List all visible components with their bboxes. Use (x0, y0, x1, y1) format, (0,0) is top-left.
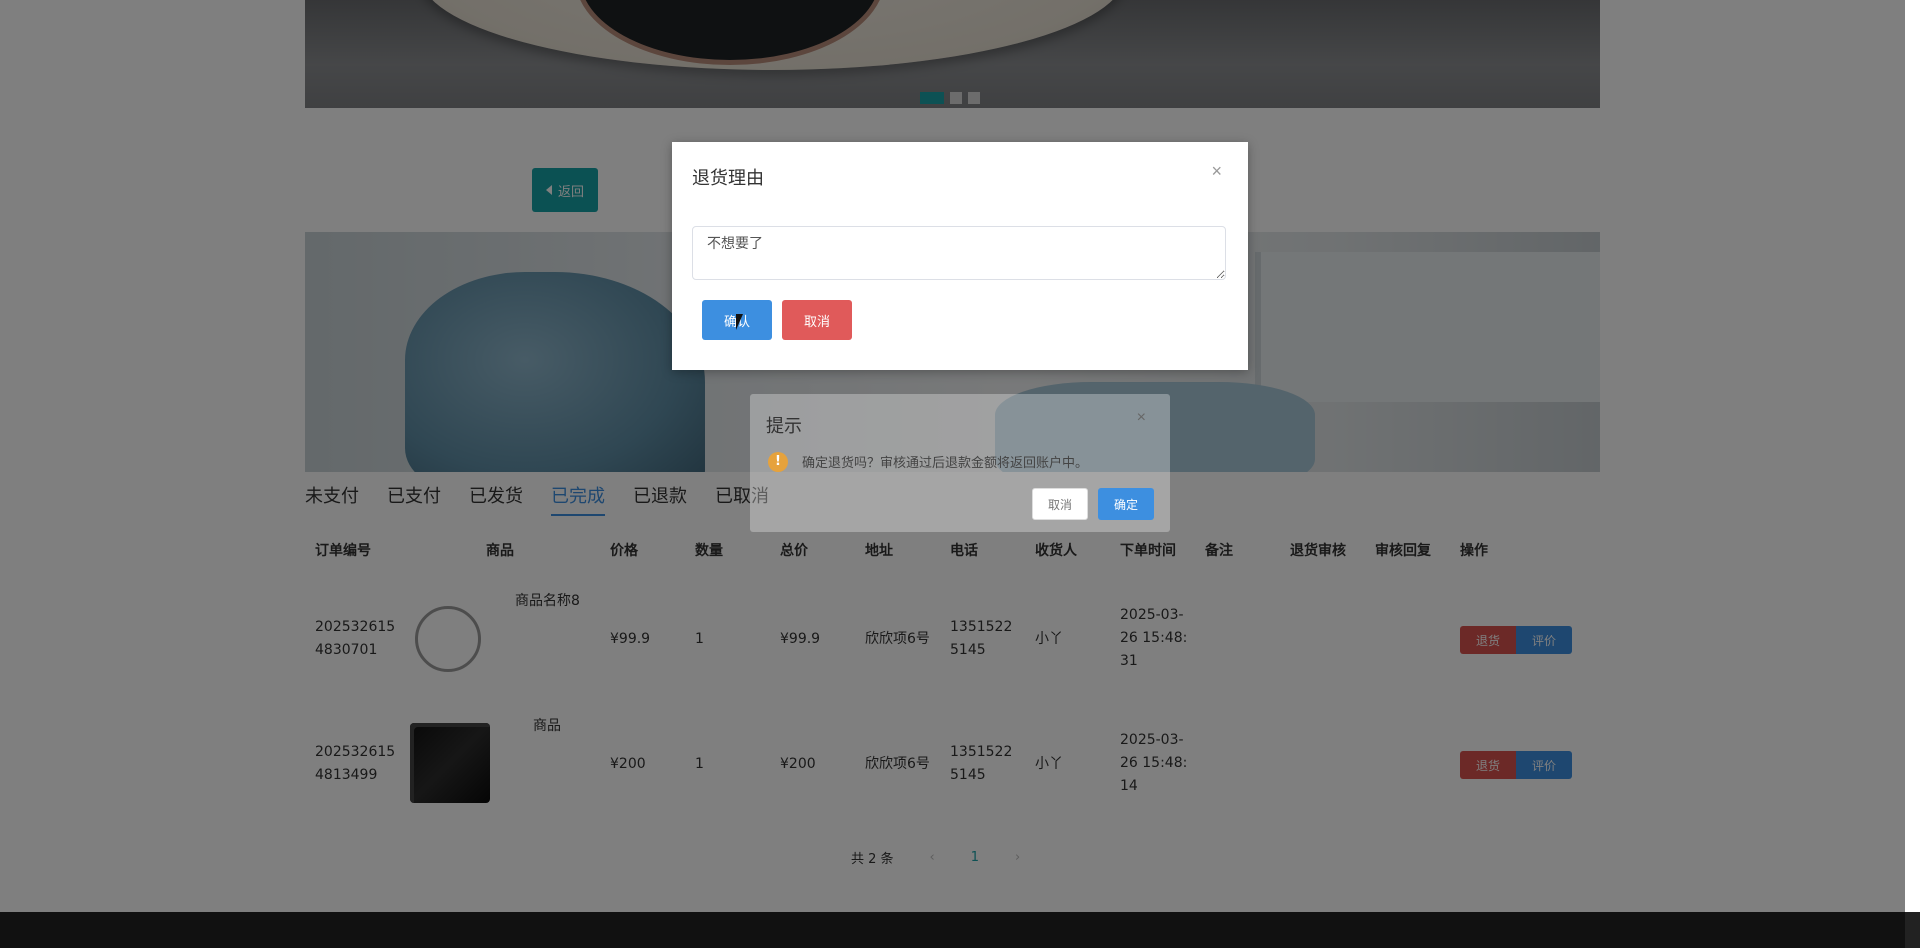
refund-reason-input[interactable]: 不想要了 (692, 226, 1226, 280)
mouse-cursor-icon (736, 314, 750, 330)
prompt-close-icon[interactable]: × (1131, 408, 1152, 428)
prompt-cancel-button[interactable]: 取消 (1032, 488, 1088, 520)
confirm-prompt-dialog: 提示 × ! 确定退货吗？审核通过后退款金额将返回账户中。 取消 确定 (750, 394, 1170, 532)
prompt-title: 提示 (766, 416, 802, 437)
warning-icon: ! (768, 452, 788, 472)
cancel-button[interactable]: 取消 (782, 300, 852, 340)
refund-reason-dialog: 退货理由 × 不想要了 确认 取消 (672, 142, 1248, 370)
dialog-title: 退货理由 (692, 168, 764, 189)
close-icon[interactable]: × (1205, 160, 1228, 183)
prompt-message: 确定退货吗？审核通过后退款金额将返回账户中。 (802, 456, 1089, 471)
prompt-ok-button[interactable]: 确定 (1098, 488, 1154, 520)
page: 返回 未支付 已支付 已发货 已完成 已退款 已取消 订单编号 商品 价格 数量… (0, 0, 1920, 948)
